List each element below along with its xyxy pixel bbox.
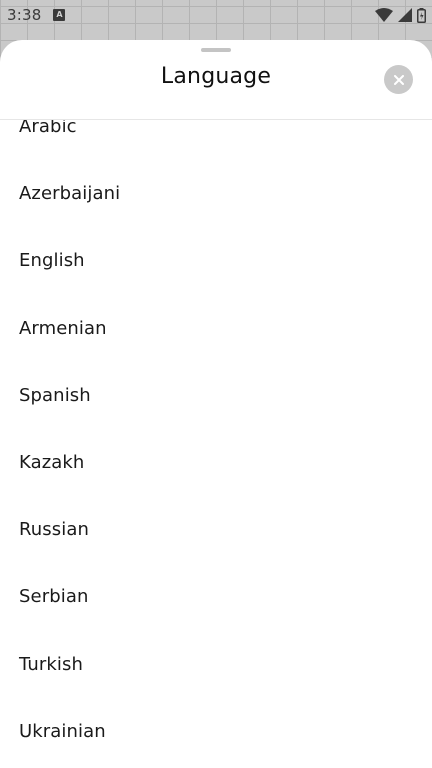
language-label: English <box>19 250 85 272</box>
signal-icon <box>398 8 412 22</box>
language-label: Azerbaijani <box>19 183 121 205</box>
a-keyboard-icon: A <box>53 9 66 21</box>
language-label: Arabic <box>19 120 77 138</box>
language-label: Kazakh <box>19 452 85 474</box>
language-item-armenian[interactable]: Armenian <box>0 295 432 362</box>
language-item-kazakh[interactable]: Kazakh <box>0 429 432 496</box>
language-item-serbian[interactable]: Serbian <box>0 563 432 630</box>
language-label: Spanish <box>19 384 91 406</box>
status-left: 3:38 A <box>7 6 66 24</box>
language-item-azerbaijani[interactable]: Azerbaijani <box>0 160 432 227</box>
language-label: Turkish <box>19 653 83 675</box>
language-item-spanish[interactable]: Spanish <box>0 362 432 429</box>
language-item-russian[interactable]: Russian <box>0 496 432 563</box>
close-icon <box>393 70 404 89</box>
status-bar: 3:38 A <box>0 0 432 30</box>
language-label: Ukrainian <box>19 720 106 742</box>
language-item-turkish[interactable]: Turkish <box>0 631 432 698</box>
language-item-ukrainian[interactable]: Ukrainian <box>0 698 432 765</box>
language-list: Arabic Azerbaijani English Armenian Spanish K… <box>0 120 432 765</box>
language-label: Russian <box>19 519 90 541</box>
wifi-icon <box>375 8 393 22</box>
language-list-container[interactable]: Arabic Azerbaijani English Armenian Spanish K… <box>0 120 432 768</box>
drag-handle[interactable] <box>201 48 231 52</box>
language-label: Armenian <box>19 317 107 339</box>
language-item-arabic[interactable]: Arabic <box>0 120 432 160</box>
battery-icon <box>417 7 426 23</box>
language-item-english[interactable]: English <box>0 227 432 294</box>
status-icons <box>375 7 426 23</box>
sheet-title: Language <box>160 64 272 89</box>
close-button[interactable] <box>384 65 413 94</box>
language-label: Serbian <box>19 586 89 608</box>
language-bottom-sheet: Language Arabic Azerbaijani English Armenia… <box>0 40 432 768</box>
status-time: 3:38 <box>7 6 42 24</box>
